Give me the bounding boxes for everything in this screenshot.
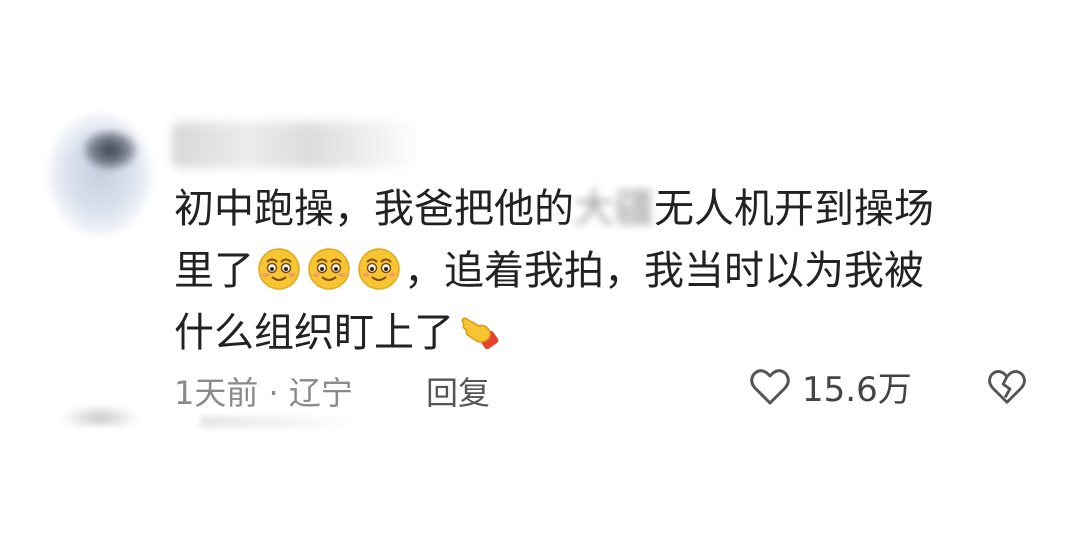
username-blurred[interactable] [172,122,422,168]
comment-line-2: 里了 ，追着我拍，我当时以为我被 [174,248,924,294]
smiling-face-emoji [358,248,400,290]
like-button[interactable]: 15.6万 [748,362,912,411]
blurred-word: 大疆 [574,186,654,232]
next-comment-username [200,416,360,428]
broken-heart-icon[interactable] [986,366,1028,408]
reply-button[interactable]: 回复 [426,368,490,414]
timestamp-location: 1天前 · 辽宁 [174,374,353,412]
comment-meta-row: 1天前 · 辽宁 回复 15.6万 [174,362,1034,412]
comment-text: 初中跑操，我爸把他的大疆无人机开到操场 里了 ，追着我拍，我当时以为我被 什么组织… [174,178,1034,364]
smiling-face-emoji [308,248,350,290]
pointing-hand-emoji [461,317,499,350]
heart-icon[interactable] [748,365,792,409]
user-avatar[interactable] [48,112,152,236]
comment-line-3: 什么组织盯上了 [174,310,504,356]
comment-line-1: 初中跑操，我爸把他的大疆无人机开到操场 [174,186,934,232]
smiling-face-emoji [258,248,300,290]
like-count: 15.6万 [802,370,912,410]
next-comment-avatar [60,400,140,426]
